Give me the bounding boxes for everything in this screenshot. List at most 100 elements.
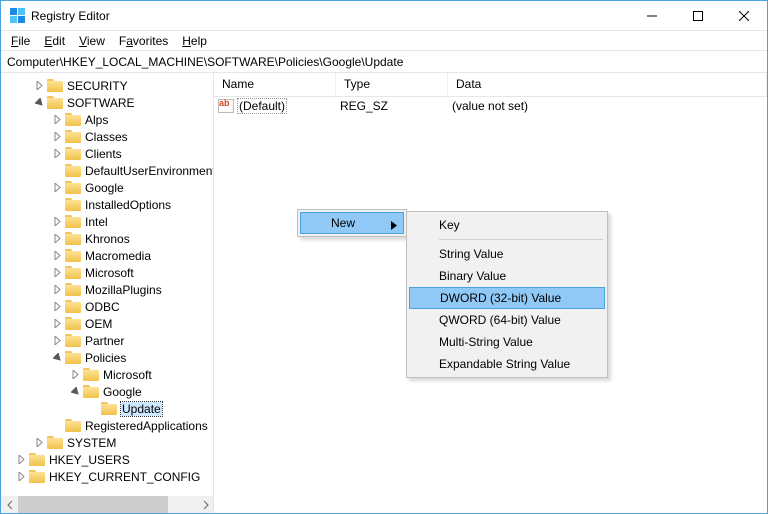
folder-icon [65, 147, 81, 160]
value-data: (value not set) [452, 99, 767, 113]
tree-item-policies[interactable]: Policies [1, 349, 213, 366]
tree-item-macromedia[interactable]: Macromedia [1, 247, 213, 264]
tree-item-system[interactable]: SYSTEM [1, 434, 213, 451]
value-type: REG_SZ [340, 99, 452, 113]
folder-icon [65, 130, 81, 143]
menu-item-string-value[interactable]: String Value [409, 243, 605, 265]
context-menu-new: New [297, 209, 407, 237]
folder-icon [47, 436, 63, 449]
folder-icon [83, 368, 99, 381]
folder-icon [65, 232, 81, 245]
tree-item-khronos[interactable]: Khronos [1, 230, 213, 247]
expand-icon[interactable] [51, 267, 63, 279]
folder-icon [47, 79, 63, 92]
menu-item-multistring-value[interactable]: Multi-String Value [409, 331, 605, 353]
folder-icon [65, 351, 81, 364]
folder-icon [65, 198, 81, 211]
address-bar[interactable]: Computer\HKEY_LOCAL_MACHINE\SOFTWARE\Pol… [1, 51, 767, 73]
tree-item-microsoft[interactable]: Microsoft [1, 264, 213, 281]
folder-icon [65, 215, 81, 228]
string-value-icon [218, 99, 234, 113]
expand-icon[interactable] [51, 182, 63, 194]
tree-item-alps[interactable]: Alps [1, 111, 213, 128]
tree-item-mozillaplugins[interactable]: MozillaPlugins [1, 281, 213, 298]
column-data[interactable]: Data [448, 73, 767, 96]
context-menu-new-types: Key String Value Binary Value DWORD (32-… [406, 211, 608, 378]
collapse-icon[interactable] [33, 97, 45, 109]
expand-icon[interactable] [51, 250, 63, 262]
window-title: Registry Editor [31, 9, 629, 23]
body-panes: SECURITY SOFTWARE Alps Classes Clients D… [1, 73, 767, 513]
collapse-icon[interactable] [69, 386, 81, 398]
folder-icon [65, 283, 81, 296]
tree-item-clients[interactable]: Clients [1, 145, 213, 162]
menu-separator [439, 239, 603, 240]
tree-item-security[interactable]: SECURITY [1, 77, 213, 94]
scroll-track[interactable] [18, 496, 197, 513]
tree-item-odbc[interactable]: ODBC [1, 298, 213, 315]
menu-help[interactable]: Help [176, 33, 213, 49]
expand-icon[interactable] [51, 114, 63, 126]
expand-icon[interactable] [51, 148, 63, 160]
menu-item-new[interactable]: New [300, 212, 404, 234]
tree-item-policies-google[interactable]: Google [1, 383, 213, 400]
column-type[interactable]: Type [336, 73, 448, 96]
folder-icon [101, 402, 117, 415]
folder-icon [65, 317, 81, 330]
expand-icon[interactable] [51, 233, 63, 245]
expand-icon[interactable] [69, 369, 81, 381]
folder-icon [83, 385, 99, 398]
tree-item-hkey-users[interactable]: HKEY_USERS [1, 451, 213, 468]
menu-view[interactable]: View [73, 33, 111, 49]
expand-icon[interactable] [51, 131, 63, 143]
expand-icon[interactable] [51, 318, 63, 330]
expand-icon[interactable] [15, 471, 27, 483]
expand-icon[interactable] [33, 80, 45, 92]
maximize-button[interactable] [675, 1, 721, 30]
tree-item-registeredapps[interactable]: RegisteredApplications [1, 417, 213, 434]
expand-icon[interactable] [33, 437, 45, 449]
tree-item-hkey-current-config[interactable]: HKEY_CURRENT_CONFIG [1, 468, 213, 485]
folder-icon [29, 453, 45, 466]
tree-item-installedoptions[interactable]: InstalledOptions [1, 196, 213, 213]
tree-item-software[interactable]: SOFTWARE [1, 94, 213, 111]
tree-item-policies-microsoft[interactable]: Microsoft [1, 366, 213, 383]
tree-item-google[interactable]: Google [1, 179, 213, 196]
tree-horizontal-scrollbar[interactable] [1, 496, 214, 513]
collapse-icon[interactable] [51, 352, 63, 364]
menu-item-key[interactable]: Key [409, 214, 605, 236]
expand-icon[interactable] [51, 335, 63, 347]
minimize-button[interactable] [629, 1, 675, 30]
expand-icon[interactable] [15, 454, 27, 466]
menu-file[interactable]: File [5, 33, 36, 49]
tree-item-partner[interactable]: Partner [1, 332, 213, 349]
menu-item-expandablestring-value[interactable]: Expandable String Value [409, 353, 605, 375]
menu-item-label: New [331, 216, 355, 230]
menu-favorites[interactable]: Favorites [113, 33, 174, 49]
address-text: Computer\HKEY_LOCAL_MACHINE\SOFTWARE\Pol… [7, 55, 403, 69]
close-button[interactable] [721, 1, 767, 30]
menu-edit[interactable]: Edit [38, 33, 71, 49]
folder-icon [65, 300, 81, 313]
tree-item-defaultuserenv[interactable]: DefaultUserEnvironment [1, 162, 213, 179]
folder-icon [65, 181, 81, 194]
tree-item-intel[interactable]: Intel [1, 213, 213, 230]
scroll-left-button[interactable] [1, 496, 18, 513]
expand-icon[interactable] [51, 284, 63, 296]
scroll-right-button[interactable] [197, 496, 214, 513]
expand-icon[interactable] [51, 301, 63, 313]
tree-pane[interactable]: SECURITY SOFTWARE Alps Classes Clients D… [1, 73, 214, 513]
menu-item-binary-value[interactable]: Binary Value [409, 265, 605, 287]
menu-item-qword-value[interactable]: QWORD (64-bit) Value [409, 309, 605, 331]
tree-item-update[interactable]: Update [1, 400, 213, 417]
expand-icon[interactable] [51, 216, 63, 228]
menubar: File Edit View Favorites Help [1, 31, 767, 51]
column-name[interactable]: Name [214, 73, 336, 96]
tree-item-oem[interactable]: OEM [1, 315, 213, 332]
value-row-default[interactable]: (Default) REG_SZ (value not set) [214, 97, 767, 115]
folder-icon [65, 334, 81, 347]
tree-item-classes[interactable]: Classes [1, 128, 213, 145]
menu-item-dword-value[interactable]: DWORD (32-bit) Value [409, 287, 605, 309]
regedit-icon [9, 8, 25, 24]
scroll-thumb[interactable] [18, 496, 168, 513]
